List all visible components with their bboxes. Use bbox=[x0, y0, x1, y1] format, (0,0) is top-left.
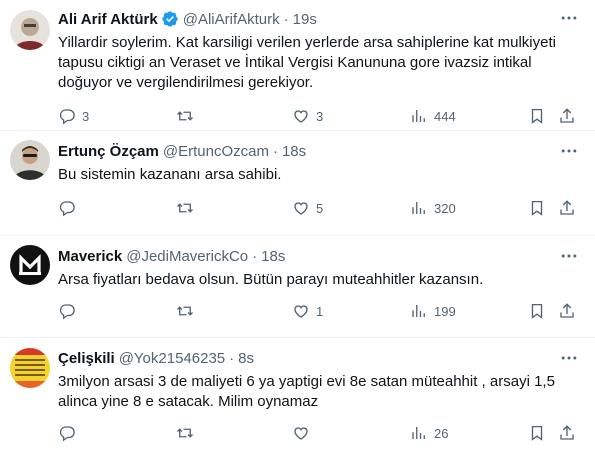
views-icon bbox=[412, 427, 425, 439]
view-count: 199 bbox=[434, 303, 456, 319]
timestamp[interactable]: 8s bbox=[238, 350, 254, 367]
reply-icon bbox=[59, 201, 75, 217]
bookmark-button[interactable] bbox=[528, 107, 546, 125]
share-icon bbox=[560, 303, 574, 318]
reply-count: 3 bbox=[82, 108, 90, 124]
separator: · bbox=[252, 247, 258, 265]
bookmark-icon bbox=[531, 108, 543, 124]
reply-button[interactable] bbox=[58, 199, 82, 217]
reply-icon bbox=[59, 426, 75, 442]
tweet-text: Bu sistemin kazananı arsa sahibi. bbox=[58, 166, 282, 183]
like-count: 5 bbox=[316, 200, 324, 216]
more-icon[interactable] bbox=[559, 141, 579, 161]
bookmark-icon bbox=[531, 200, 543, 216]
like-icon bbox=[294, 202, 308, 215]
like-icon bbox=[294, 110, 308, 123]
like-icon bbox=[294, 305, 308, 318]
bookmark-button[interactable] bbox=[528, 302, 546, 320]
retweet-icon bbox=[177, 203, 193, 213]
avatar[interactable] bbox=[10, 140, 50, 180]
timestamp[interactable]: 18s bbox=[282, 143, 306, 160]
bookmark-button[interactable] bbox=[528, 199, 546, 217]
tweet-text: Yillardir soylerim. Kat karsiligi verile… bbox=[58, 34, 556, 91]
tweet-actions: 3 3 444 bbox=[58, 99, 579, 135]
reply-button[interactable] bbox=[58, 424, 82, 442]
avatar[interactable] bbox=[10, 10, 50, 50]
tweet-header: Maverick @JediMaverickCo · 18s bbox=[58, 246, 579, 266]
share-button[interactable] bbox=[558, 424, 576, 442]
like-button[interactable]: 3 bbox=[292, 107, 323, 125]
bookmark-icon bbox=[531, 303, 543, 319]
tweet[interactable]: Ali Arif Aktürk @AliArifAkturk · 19s Yil… bbox=[0, 0, 595, 131]
retweet-icon bbox=[177, 111, 193, 121]
timestamp[interactable]: 18s bbox=[261, 248, 285, 265]
tweet-actions: 1 199 bbox=[58, 294, 579, 330]
views-button[interactable]: 320 bbox=[410, 199, 456, 217]
display-name[interactable]: Ali Arif Aktürk bbox=[58, 11, 158, 28]
share-button[interactable] bbox=[558, 199, 576, 217]
tweet-actions: 26 bbox=[58, 416, 579, 452]
like-button[interactable]: 5 bbox=[292, 199, 323, 217]
more-icon[interactable] bbox=[559, 246, 579, 266]
tweet[interactable]: Ertunç Özçam @ErtuncOzcam · 18s Bu siste… bbox=[0, 131, 595, 236]
like-button[interactable]: 1 bbox=[292, 302, 323, 320]
more-icon[interactable] bbox=[559, 348, 579, 368]
view-count: 444 bbox=[434, 108, 456, 124]
views-icon bbox=[412, 110, 425, 122]
bookmark-icon bbox=[531, 425, 543, 441]
reply-button[interactable] bbox=[58, 302, 82, 320]
like-button[interactable] bbox=[292, 424, 316, 442]
user-handle[interactable]: @Yok21546235 bbox=[119, 350, 225, 367]
more-icon[interactable] bbox=[559, 8, 579, 28]
retweet-button[interactable] bbox=[176, 107, 200, 125]
share-button[interactable] bbox=[558, 107, 576, 125]
retweet-icon bbox=[177, 306, 193, 316]
avatar[interactable] bbox=[10, 245, 50, 285]
retweet-button[interactable] bbox=[176, 199, 200, 217]
view-count: 320 bbox=[434, 200, 456, 216]
retweet-button[interactable] bbox=[176, 302, 200, 320]
tweet-header: Ali Arif Aktürk @AliArifAkturk · 19s bbox=[58, 9, 579, 29]
share-icon bbox=[560, 108, 574, 123]
views-icon bbox=[412, 305, 425, 317]
like-count: 1 bbox=[316, 303, 324, 319]
tweet-header: Çelişkili @Yok21546235 · 8s bbox=[58, 348, 579, 368]
views-button[interactable]: 26 bbox=[410, 424, 448, 442]
share-button[interactable] bbox=[558, 302, 576, 320]
tweet-header: Ertunç Özçam @ErtuncOzcam · 18s bbox=[58, 141, 579, 161]
user-handle[interactable]: @JediMaverickCo bbox=[126, 248, 248, 265]
reply-icon bbox=[59, 109, 75, 125]
avatar[interactable] bbox=[10, 348, 50, 388]
tweet[interactable]: Çelişkili @Yok21546235 · 8s 3milyon arsa… bbox=[0, 338, 595, 457]
view-count: 26 bbox=[434, 425, 449, 441]
separator: · bbox=[229, 349, 235, 367]
reply-feed: Ali Arif Aktürk @AliArifAkturk · 19s Yil… bbox=[0, 0, 595, 457]
user-handle[interactable]: @ErtuncOzcam bbox=[163, 143, 269, 160]
share-icon bbox=[560, 425, 574, 440]
display-name[interactable]: Çelişkili bbox=[58, 350, 115, 367]
reply-icon bbox=[59, 304, 75, 320]
reply-button[interactable]: 3 bbox=[58, 107, 89, 125]
display-name[interactable]: Ertunç Özçam bbox=[58, 143, 159, 160]
views-icon bbox=[412, 202, 425, 214]
tweet-text: Arsa fiyatları bedava olsun. Bütün paray… bbox=[58, 271, 484, 288]
retweet-button[interactable] bbox=[176, 424, 200, 442]
separator: · bbox=[283, 10, 289, 28]
retweet-icon bbox=[177, 428, 193, 438]
share-icon bbox=[560, 200, 574, 215]
tweet-text: 3milyon arsasi 3 de maliyeti 6 ya yaptig… bbox=[58, 373, 555, 410]
display-name[interactable]: Maverick bbox=[58, 248, 122, 265]
user-handle[interactable]: @AliArifAkturk bbox=[183, 11, 280, 28]
separator: · bbox=[272, 142, 278, 160]
tweet-actions: 5 320 bbox=[58, 191, 579, 227]
timestamp[interactable]: 19s bbox=[293, 11, 317, 28]
like-icon bbox=[294, 427, 308, 440]
like-count: 3 bbox=[316, 108, 324, 124]
verified-badge-icon bbox=[161, 10, 179, 28]
views-button[interactable]: 444 bbox=[410, 107, 456, 125]
bookmark-button[interactable] bbox=[528, 424, 546, 442]
views-button[interactable]: 199 bbox=[410, 302, 456, 320]
tweet[interactable]: Maverick @JediMaverickCo · 18s Arsa fiya… bbox=[0, 236, 595, 338]
